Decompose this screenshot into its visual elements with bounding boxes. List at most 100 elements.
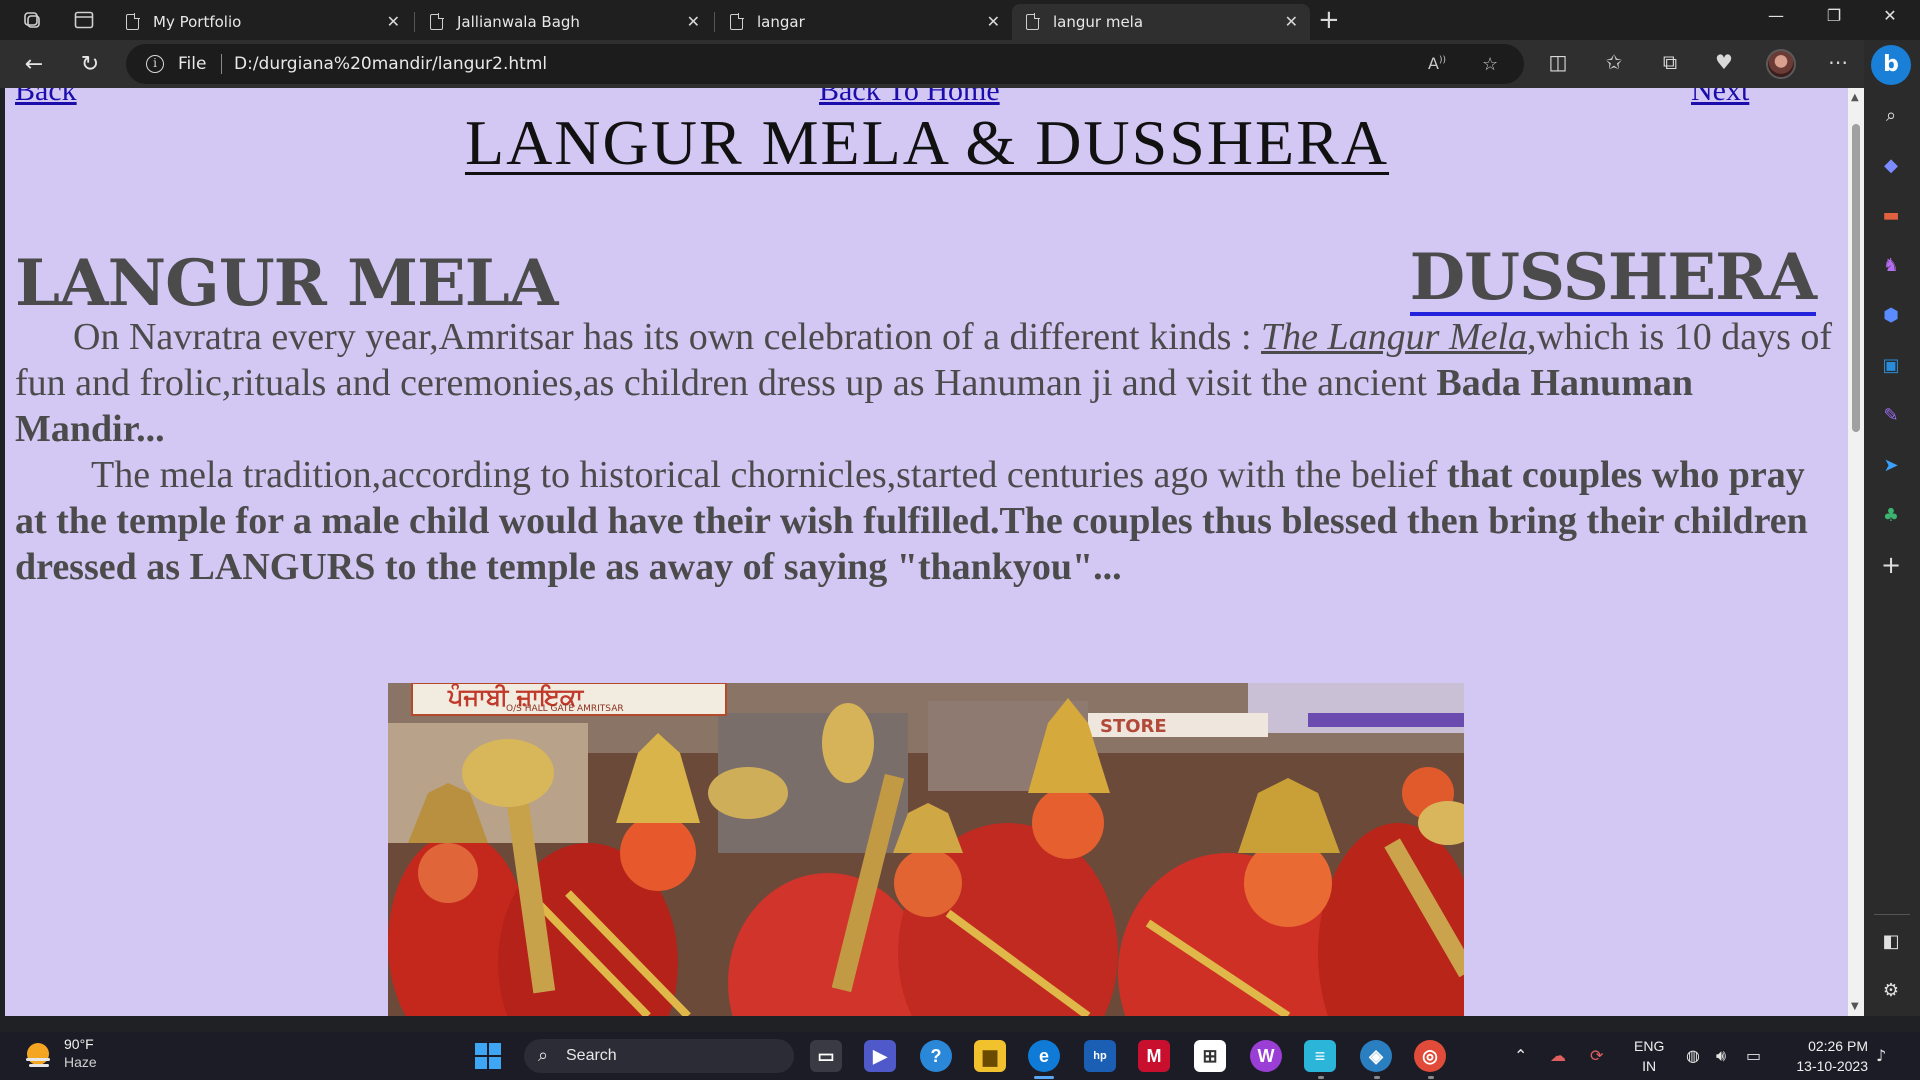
active-app-indicator — [1034, 1076, 1054, 1079]
page-icon — [430, 13, 444, 30]
heading-langur-mela: LANGUR MELA — [15, 246, 558, 321]
vs-code-icon[interactable]: ◈ — [1360, 1040, 1392, 1072]
tab-title: langar — [757, 13, 805, 31]
tab-langar[interactable]: langar ✕ — [716, 4, 1012, 40]
divider — [221, 54, 222, 74]
tab-separator — [714, 12, 715, 32]
designer-icon[interactable]: ✎ — [1876, 400, 1906, 430]
shopping-tag-icon[interactable]: ◆ — [1876, 150, 1906, 180]
chrome-icon[interactable]: ◎ — [1414, 1040, 1446, 1072]
windows-start-icon[interactable] — [472, 1040, 504, 1072]
tree-icon[interactable]: ♣ — [1876, 500, 1906, 530]
next-link[interactable]: Next — [1691, 88, 1749, 108]
scroll-down-arrow-icon[interactable]: ▼ — [1851, 1001, 1859, 1012]
close-icon[interactable]: ✕ — [987, 12, 1000, 31]
browser-title-bar: My Portfolio ✕ Jallianwala Bagh ✕ langar… — [0, 0, 1920, 40]
minimize-button[interactable]: — — [1756, 6, 1796, 25]
taskbar-search[interactable]: ⌕ Search — [524, 1039, 794, 1073]
back-link[interactable]: Back — [15, 88, 77, 108]
tools-briefcase-icon[interactable]: ▬ — [1876, 200, 1906, 230]
battery-icon[interactable]: ▭ — [1746, 1046, 1761, 1065]
tab-title: Jallianwala Bagh — [457, 13, 580, 31]
outlook-icon[interactable]: ▣ — [1876, 350, 1906, 380]
windows-taskbar: 90°F Haze ⌕ Search ▭ ▶ ? ▆ e hp M ⊞ W ≡ … — [0, 1032, 1920, 1080]
more-options-icon[interactable]: ⋯ — [1824, 50, 1852, 74]
back-arrow-icon[interactable]: ← — [18, 48, 50, 80]
volume-icon[interactable]: 🔊︎ — [1716, 1046, 1726, 1066]
close-icon[interactable]: ✕ — [687, 12, 700, 31]
paragraph: The mela tradition,according to historic… — [15, 454, 1808, 588]
browser-essentials-icon[interactable]: ♥ — [1710, 50, 1738, 74]
restore-button[interactable]: ❐ — [1814, 6, 1854, 25]
network-globe-icon[interactable]: ◍ — [1686, 1046, 1700, 1065]
new-tab-button[interactable]: + — [1318, 6, 1340, 34]
scrollbar-thumb[interactable] — [1852, 124, 1860, 432]
tab-jallianwala-bagh[interactable]: Jallianwala Bagh ✕ — [416, 4, 712, 40]
add-sidebar-app-icon[interactable]: + — [1876, 550, 1906, 580]
scheme-label: File — [178, 54, 207, 74]
split-screen-icon[interactable]: ◫ — [1544, 50, 1572, 74]
wps-office-icon[interactable]: W — [1250, 1040, 1282, 1072]
profile-avatar[interactable] — [1766, 49, 1796, 79]
games-icon[interactable]: ♞ — [1876, 250, 1906, 280]
article-text: On Navratra every year,Amritsar has its … — [15, 314, 1835, 590]
microsoft-store-icon[interactable]: ⊞ — [1194, 1040, 1226, 1072]
close-window-button[interactable]: ✕ — [1870, 6, 1910, 25]
edge-browser-icon[interactable]: e — [1028, 1040, 1060, 1072]
microsoft-365-icon[interactable]: ⬢ — [1876, 300, 1906, 330]
drop-icon[interactable]: ➤ — [1876, 450, 1906, 480]
read-aloud-icon[interactable]: A)) — [1428, 54, 1446, 73]
system-clock[interactable]: 02:26 PM 13-10-2023 — [1782, 1036, 1868, 1076]
favorites-icon[interactable]: ✩ — [1600, 50, 1628, 74]
notepad-icon[interactable]: ≡ — [1304, 1040, 1336, 1072]
search-icon[interactable]: ⌕ — [1876, 100, 1906, 130]
collections-icon[interactable]: ⧉ — [1656, 50, 1684, 74]
teams-icon[interactable]: ▶ — [864, 1040, 896, 1072]
workspaces-icon[interactable] — [16, 6, 48, 34]
language-indicator[interactable]: ENG IN — [1634, 1036, 1664, 1076]
weather-temperature: 90°F — [64, 1036, 94, 1052]
dusshera-link[interactable]: DUSSHERA — [1409, 246, 1817, 316]
settings-gear-icon[interactable]: ⚙ — [1876, 975, 1906, 1005]
page-icon — [126, 13, 140, 30]
app-running-indicator — [1318, 1076, 1324, 1079]
hide-sidebar-icon[interactable]: ◧ — [1876, 926, 1906, 956]
file-explorer-icon[interactable]: ▆ — [974, 1040, 1006, 1072]
sync-icon[interactable]: ⟳ — [1590, 1046, 1603, 1065]
mcafee-icon[interactable]: M — [1138, 1040, 1170, 1072]
langur-mela-photo: ਪੰਜਾਬੀ ਜ਼ਾਇਕਾ O/S HALL GATE AMRITSAR STO… — [388, 683, 1464, 1016]
tab-title: My Portfolio — [153, 13, 242, 31]
page-title: LANGUR MELA & DUSSHERA — [464, 107, 1390, 178]
browser-toolbar: ← ↻ i File D:/durgiana%20mandir/langur2.… — [0, 40, 1920, 88]
notifications-bell-icon[interactable]: ♪ — [1876, 1046, 1886, 1065]
info-icon[interactable]: i — [146, 55, 164, 73]
close-icon[interactable]: ✕ — [1285, 12, 1298, 31]
scroll-up-arrow-icon[interactable]: ▲ — [1851, 92, 1859, 103]
weather-condition: Haze — [64, 1054, 97, 1070]
hp-app-icon[interactable]: hp — [1084, 1040, 1116, 1072]
task-view-icon[interactable]: ▭ — [810, 1040, 842, 1072]
divider — [1874, 914, 1910, 915]
svg-text:STORE: STORE — [1100, 716, 1167, 737]
vertical-tabs-icon[interactable] — [68, 6, 100, 34]
page-viewport: Back Back To Home Next LANGUR MELA & DUS… — [5, 88, 1848, 1016]
close-icon[interactable]: ✕ — [387, 12, 400, 31]
svg-text:O/S HALL GATE AMRITSAR: O/S HALL GATE AMRITSAR — [506, 704, 624, 714]
refresh-icon[interactable]: ↻ — [74, 48, 106, 80]
paragraph: On Navratra every year,Amritsar has its … — [15, 316, 1833, 450]
tips-icon[interactable]: ? — [920, 1040, 952, 1072]
page-icon — [1026, 13, 1040, 30]
app-running-indicator — [1428, 1076, 1434, 1079]
page-scrollbar[interactable]: ▲ ▼ — [1848, 88, 1864, 1016]
tab-separator — [414, 12, 415, 32]
onedrive-icon[interactable]: ☁ — [1550, 1046, 1566, 1065]
favorite-star-icon[interactable]: ☆ — [1482, 54, 1498, 75]
haze-weather-icon[interactable] — [20, 1038, 56, 1074]
tab-langur-mela[interactable]: langur mela ✕ — [1012, 4, 1310, 40]
copilot-icon[interactable]: b — [1871, 45, 1911, 85]
home-link[interactable]: Back To Home — [819, 88, 1000, 108]
show-hidden-icons-chevron-icon[interactable]: ⌃ — [1514, 1046, 1527, 1065]
tab-my-portfolio[interactable]: My Portfolio ✕ — [112, 4, 412, 40]
address-bar[interactable]: i File D:/durgiana%20mandir/langur2.html… — [126, 44, 1524, 84]
url-text[interactable]: D:/durgiana%20mandir/langur2.html — [234, 54, 547, 74]
